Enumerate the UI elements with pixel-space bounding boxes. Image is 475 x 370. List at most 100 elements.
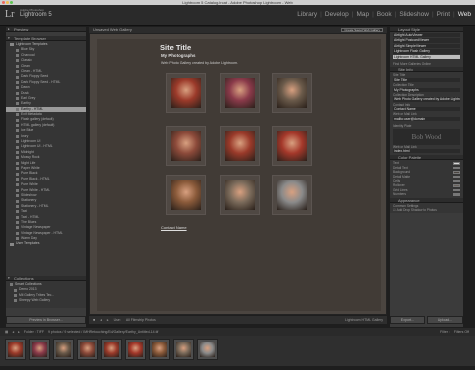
palette-label: Grid Lines [393,187,408,192]
forward-icon[interactable]: ▸ [18,328,20,336]
site-info-field[interactable]: Contact Name [393,107,460,112]
gallery-thumbnail[interactable] [220,126,260,166]
palette-label: Cells [393,178,401,183]
gallery-thumbnail[interactable] [272,73,312,113]
upload-button[interactable]: Upload... [427,316,463,324]
site-title[interactable]: Site Title [160,43,191,52]
filter-select[interactable]: Filters Off [454,328,475,336]
use-filter-select[interactable]: All Filmstrip Photos [126,316,156,324]
appearance-header[interactable]: Appearance [390,197,463,203]
color-swatch[interactable] [453,193,460,196]
module-library[interactable]: Library [297,11,317,18]
filmstrip-thumbnail[interactable] [125,339,146,360]
site-info-field[interactable]: mailto:user@domain [393,116,460,122]
site-info-header[interactable]: Site Info [390,67,463,73]
template-folder[interactable]: User Templates [10,241,86,246]
portrait-photo [225,78,255,108]
template-list: Lightroom Templates Blue Sky Charcoal Class… [6,41,86,276]
lightroom-logo: Lr [5,9,15,20]
color-swatch[interactable] [453,184,460,187]
find-more-galleries-link[interactable]: Find More Galleries Online [393,62,460,66]
export-button[interactable]: Export... [390,316,425,324]
filmstrip-thumbnail[interactable] [173,339,194,360]
portrait-photo [32,342,47,357]
gallery-engine-label: Lightroom HTML Gallery [345,318,383,322]
filmstrip-thumbnail[interactable] [197,339,218,360]
next-icon[interactable]: ▸ [107,316,109,324]
stop-icon[interactable]: ■ [93,316,95,324]
color-palette-header[interactable]: Color Palette [390,155,463,161]
collection-item[interactable]: Sheepy Web Gallery [14,298,86,303]
layout-style-option[interactable]: Lightroom Flash Gallery [393,49,460,54]
palette-label: Background [393,170,411,175]
filmstrip-thumbnail[interactable] [149,339,170,360]
template-browser-header[interactable]: ▾ Template Browser [6,36,86,41]
filmstrip-thumbnail[interactable] [5,339,26,360]
filmstrip-folder[interactable]: Folder : TIFF [24,328,44,336]
color-swatch[interactable] [453,166,460,170]
preview-in-browser-button[interactable]: Preview in Browser... [6,316,86,324]
filmstrip-thumbnail[interactable] [53,339,74,360]
module-web[interactable]: Web [458,11,471,18]
grid-view-icon[interactable]: ▦ [5,328,8,336]
gallery-thumbnail[interactable] [166,73,206,113]
back-icon[interactable]: ◂ [12,328,14,336]
color-swatch[interactable] [453,175,460,179]
prev-icon[interactable]: ◂ [100,316,102,324]
color-swatch[interactable] [453,171,460,174]
use-label: Use: [113,318,121,322]
gallery-thumbnail[interactable] [220,175,260,215]
layout-style-option[interactable]: Airtight SimpleViewer [393,43,460,49]
template-icon [16,172,19,176]
module-separator: | [431,11,434,18]
template-icon [16,140,19,144]
identity-plate[interactable]: Bob Wood [393,128,460,145]
template-icon [16,210,19,214]
gallery-thumbnail[interactable] [272,126,312,166]
layout-style-header[interactable]: Layout Style [390,27,463,32]
close-window-button[interactable] [2,1,5,4]
layout-style-option[interactable]: Airtight PostcardViewer [393,38,460,43]
template-icon [16,97,19,101]
collections-list: Smart Collections Demo 2013 Mil Gallery Tr… [6,281,86,308]
module-print[interactable]: Print [437,11,450,18]
module-slideshow[interactable]: Slideshow [399,11,429,18]
site-info-field[interactable]: Site Title [393,77,460,83]
preview-panel-header[interactable]: ▸ Preview [6,27,86,32]
module-book[interactable]: Book [377,11,392,18]
color-swatch[interactable] [453,179,460,183]
palette-label: Text [393,161,399,166]
module-develop[interactable]: Develop [325,11,349,18]
filmstrip-thumbnail[interactable] [101,339,122,360]
gallery-thumbnail[interactable] [166,126,206,166]
filmstrip-thumbnail[interactable] [77,339,98,360]
minimize-window-button[interactable] [6,1,9,4]
collection-title[interactable]: My Photographs [161,53,195,58]
site-info-field[interactable]: Web Photo Gallery created by Adobe Light… [393,97,460,102]
template-icon [16,134,19,138]
web-link-field[interactable]: index.html [393,149,460,154]
filmstrip-thumbnail[interactable] [29,339,50,360]
color-swatch[interactable] [453,188,460,192]
layout-style-option[interactable]: Lightroom HTML Gallery [393,54,460,59]
layout-style-option[interactable]: Airtight AutoViewer [393,33,460,38]
template-icon [16,113,19,117]
create-saved-gallery-button[interactable]: Create Saved Web Gallery [341,28,383,32]
module-separator: | [453,11,455,18]
palette-label: Detail Matte [393,174,411,179]
site-info-field[interactable]: My Photographs [393,87,460,92]
zoom-window-button[interactable] [10,1,13,4]
color-swatch[interactable] [453,162,460,165]
module-map[interactable]: Map [356,11,369,18]
gallery-thumbnail[interactable] [166,175,206,215]
palette-label: Detail Text [393,165,408,170]
template-icon [16,226,19,230]
drop-shadow-checkbox[interactable]: ☑ Add Drop Shadow to Photos [393,208,460,212]
gallery-thumbnail[interactable] [272,175,312,215]
template-icon [16,183,19,187]
contact-link[interactable]: Contact Name [161,225,187,230]
collection-description[interactable]: Web Photo Gallery created by Adobe Light… [161,61,238,65]
collections-header[interactable]: ▾ Collections [6,276,86,281]
template-icon [16,204,19,208]
gallery-thumbnail[interactable] [220,73,260,113]
